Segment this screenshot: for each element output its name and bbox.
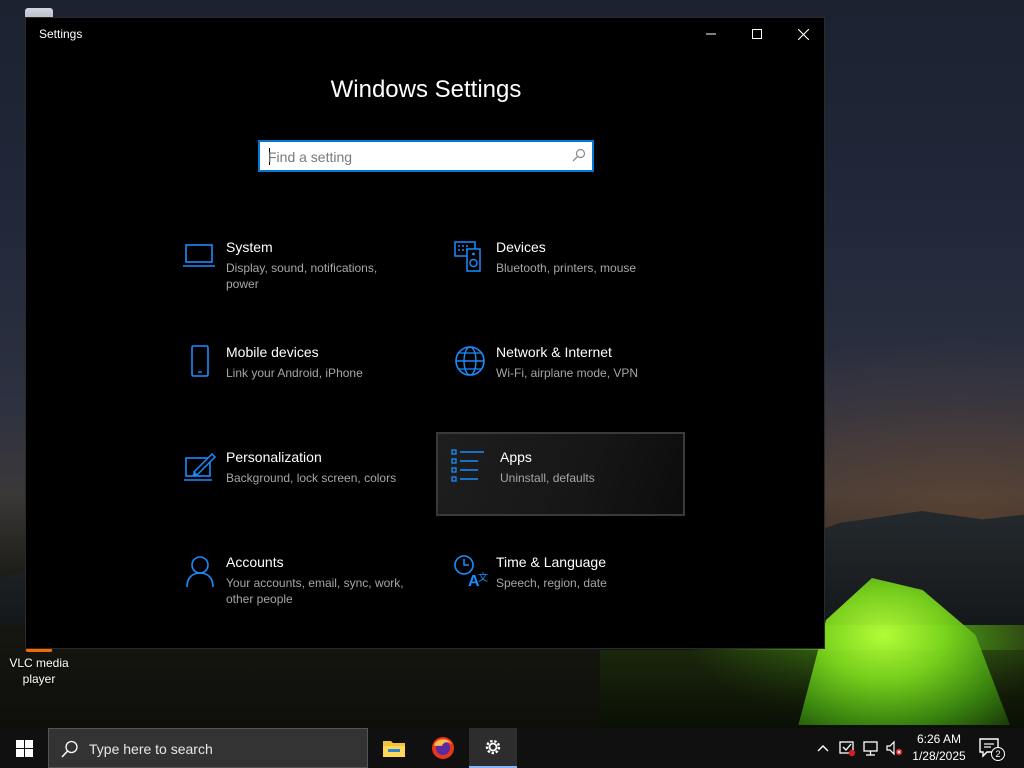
tile-description: Wi-Fi, airplane mode, VPN [496, 366, 639, 380]
volume-muted-icon[interactable] [884, 738, 904, 758]
tile-name: Time & Language [496, 554, 606, 570]
tile-apps[interactable]: Apps Uninstall, defaults [436, 432, 685, 516]
phone-icon [182, 343, 218, 379]
tile-personalization[interactable]: Personalization Background, lock screen,… [172, 442, 421, 526]
start-button[interactable] [0, 728, 48, 768]
title-bar[interactable]: Settings [26, 18, 824, 50]
tile-network-internet[interactable]: Network & Internet Wi-Fi, airplane mode,… [442, 337, 691, 421]
apps-list-icon [450, 448, 486, 484]
system-clock[interactable]: 6:26 AM 1/28/2025 [906, 731, 972, 765]
laptop-icon [182, 238, 218, 274]
taskbar-app-settings[interactable] [469, 728, 517, 768]
tile-accounts[interactable]: Accounts Your accounts, email, sync, wor… [172, 547, 421, 631]
tile-description: Bluetooth, printers, mouse [496, 261, 637, 275]
tile-name: Network & Internet [496, 344, 612, 360]
tile-description: Display, sound, notifications, power [226, 261, 378, 291]
tile-description: Speech, region, date [496, 576, 607, 590]
taskbar: Type here to search 6:26 AM 1/28/2025 2 [0, 728, 1024, 768]
folder-icon [383, 741, 405, 757]
windows-logo-icon [15, 739, 33, 757]
security-icon[interactable] [837, 738, 857, 758]
clock-time: 6:26 AM [916, 732, 962, 746]
page-title: Windows Settings [330, 76, 522, 103]
clock-date: 1/28/2025 [912, 749, 966, 763]
svg-text:文: 文 [478, 571, 488, 584]
search-input[interactable] [268, 147, 558, 167]
find-setting-search[interactable] [258, 140, 594, 172]
search-icon [61, 740, 79, 763]
tile-mobile-devices[interactable]: Mobile devices Link your Android, iPhone [172, 337, 421, 421]
firefox-icon [432, 737, 454, 759]
globe-icon [452, 343, 488, 379]
gear-icon [485, 739, 501, 755]
time-language-icon: A文 [452, 553, 488, 590]
close-button[interactable] [780, 18, 826, 50]
devices-icon [452, 238, 488, 274]
tile-name: System [226, 239, 273, 255]
paint-icon [182, 448, 218, 484]
tile-name: Mobile devices [226, 344, 319, 360]
tile-name: Apps [500, 449, 532, 465]
network-icon[interactable] [861, 738, 881, 758]
chevron-up-icon[interactable] [813, 738, 833, 758]
close-icon [797, 28, 809, 40]
maximize-button[interactable] [734, 18, 780, 50]
notification-count-badge: 2 [991, 747, 1005, 761]
action-center-button[interactable]: 2 [978, 736, 1005, 765]
tile-time-language[interactable]: A文 Time & Language Speech, region, date [442, 547, 691, 631]
search-icon[interactable] [572, 148, 586, 167]
tile-name: Devices [496, 239, 546, 255]
tile-name: Personalization [226, 449, 322, 465]
taskbar-app-file-explorer[interactable] [370, 728, 418, 768]
tile-description: Your accounts, email, sync, work, other … [226, 576, 404, 606]
settings-window: Settings Windows Settings System Display… [25, 17, 825, 649]
tile-description: Link your Android, iPhone [226, 366, 363, 380]
minimize-icon [706, 33, 716, 35]
taskbar-search-box[interactable]: Type here to search [48, 728, 368, 768]
tile-devices[interactable]: Devices Bluetooth, printers, mouse [442, 232, 691, 316]
window-title: Settings [39, 27, 83, 41]
taskbar-app-firefox[interactable] [419, 728, 467, 768]
maximize-icon [752, 29, 762, 39]
tile-system[interactable]: System Display, sound, notifications, po… [172, 232, 421, 316]
taskbar-search-text: Type here to search [89, 741, 213, 757]
tile-description: Uninstall, defaults [500, 471, 595, 485]
tile-description: Background, lock screen, colors [226, 471, 397, 485]
minimize-button[interactable] [688, 18, 734, 50]
person-icon [182, 553, 218, 589]
tile-name: Accounts [226, 554, 284, 570]
